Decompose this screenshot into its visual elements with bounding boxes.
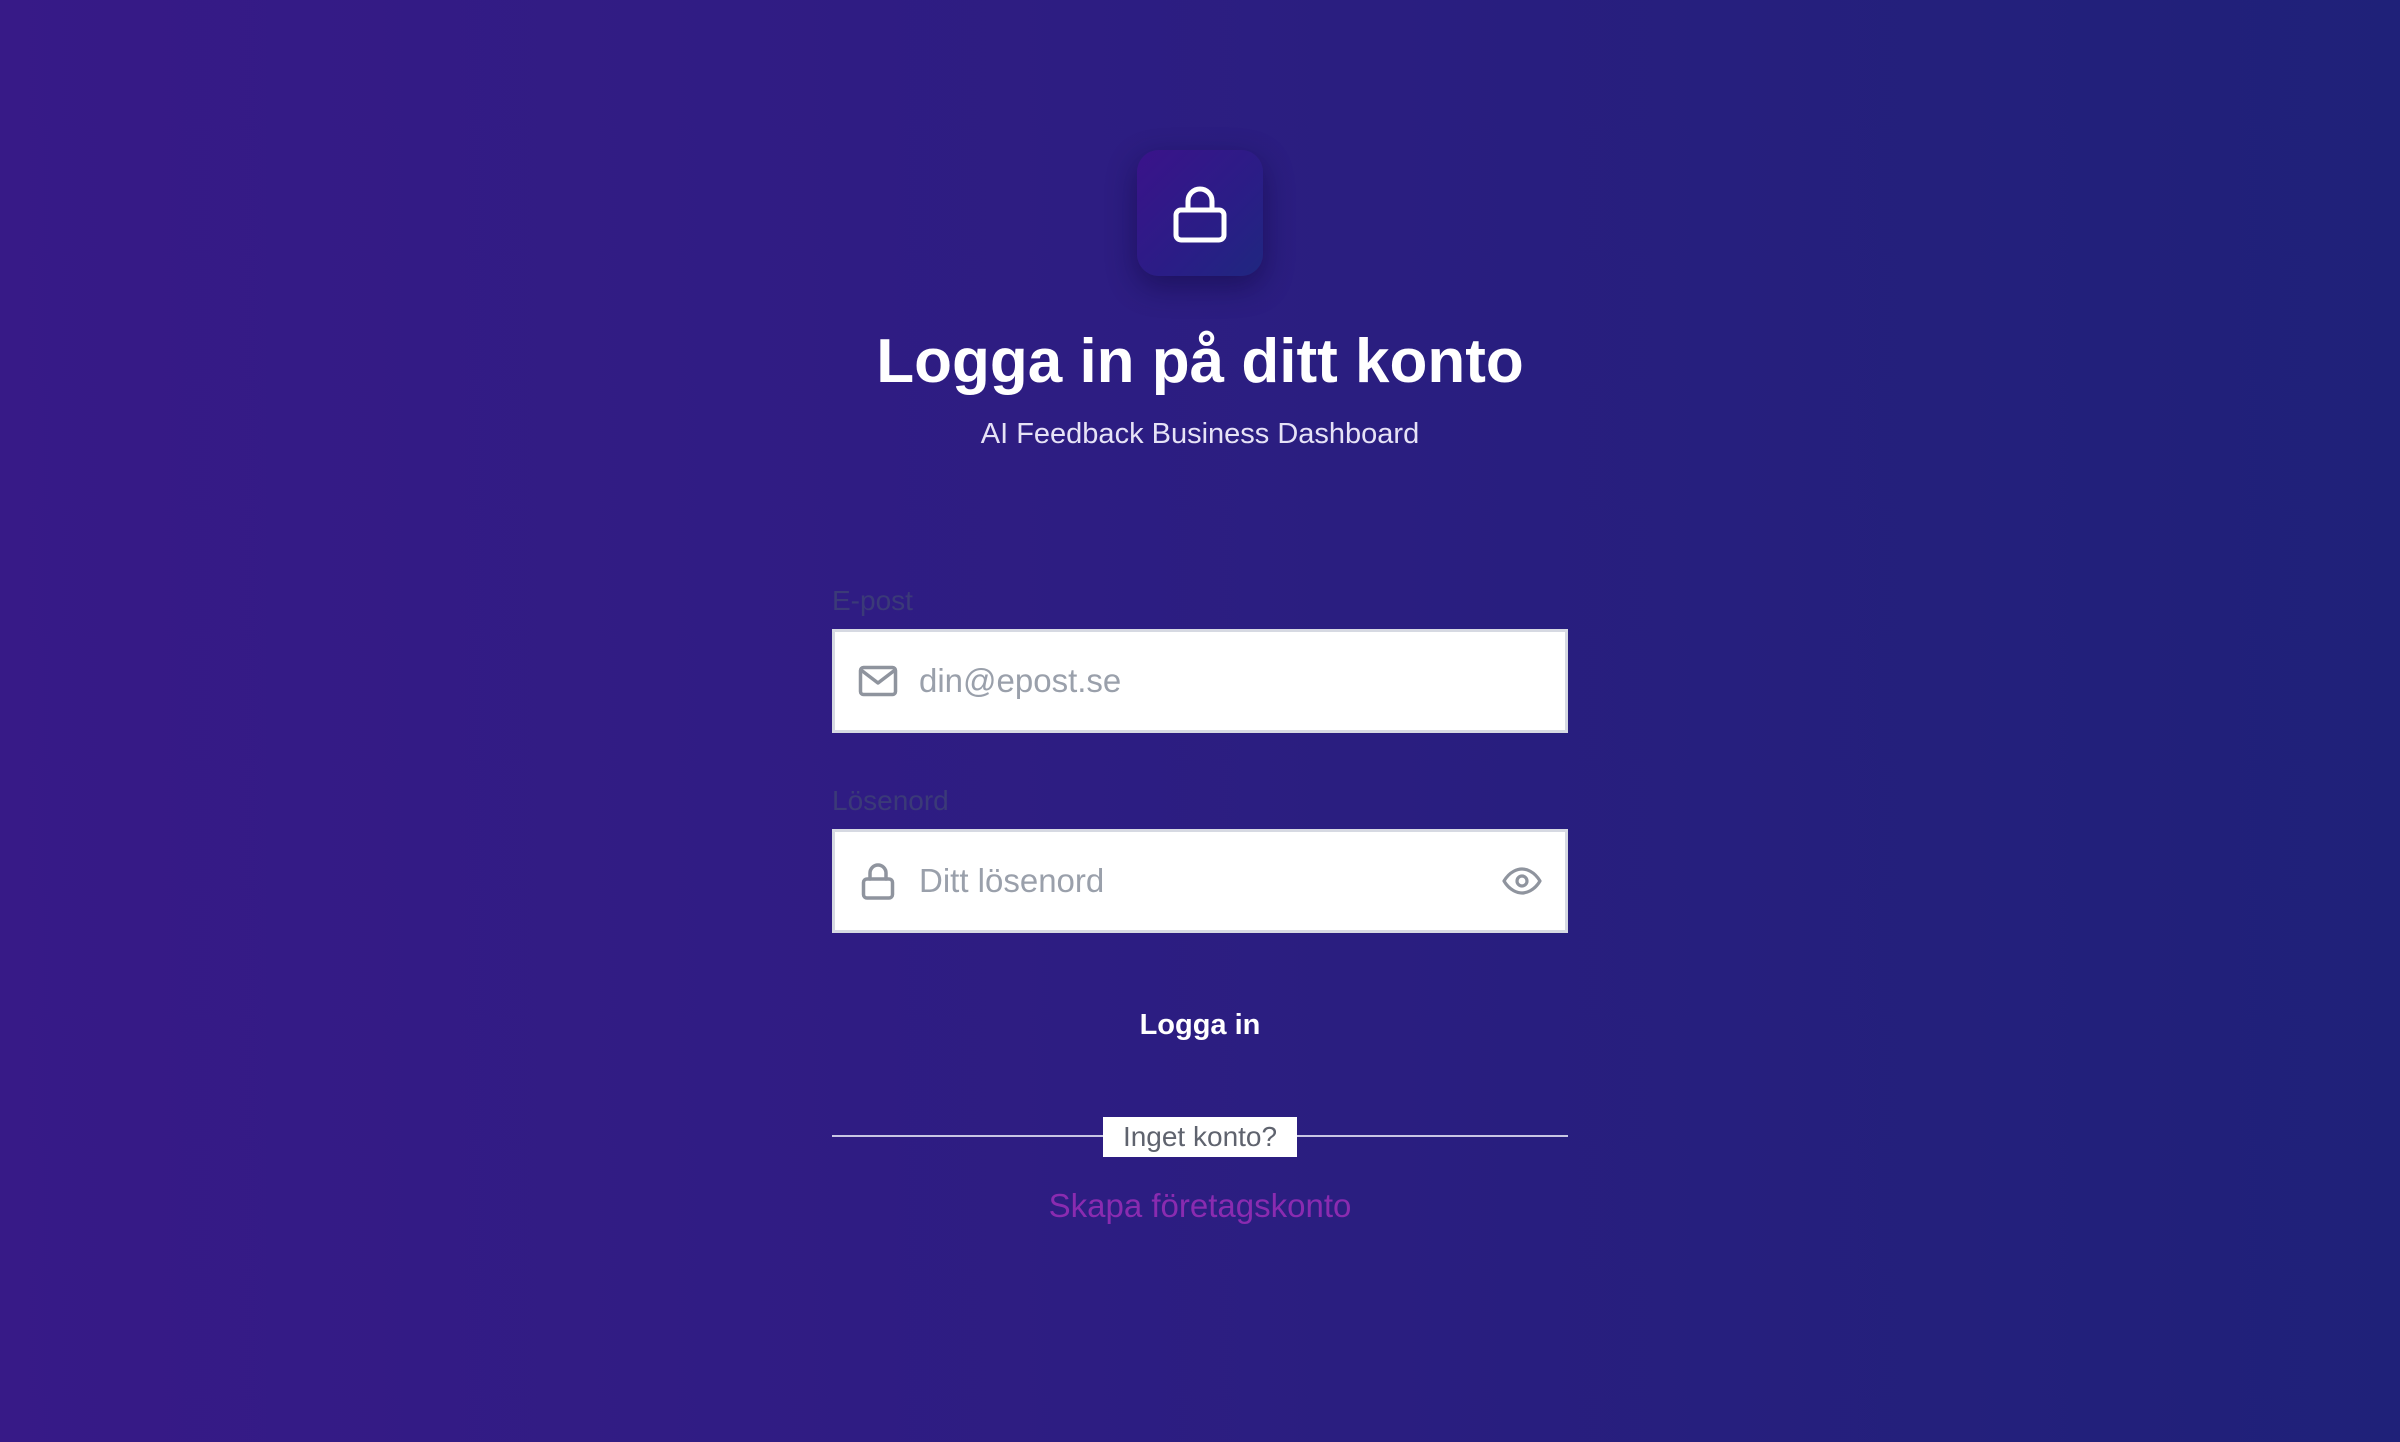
lock-icon: [1173, 186, 1227, 243]
lock-icon: [857, 860, 899, 902]
page-subtitle: AI Feedback Business Dashboard: [980, 418, 1420, 450]
page-title: Logga in på ditt konto: [876, 327, 1524, 396]
email-label: E-post: [832, 585, 913, 616]
create-business-account-link[interactable]: Skapa företagskonto: [0, 1184, 2400, 1228]
logo-badge: [1137, 150, 1263, 276]
password-label: Lösenord: [832, 785, 949, 816]
email-field-container: [832, 629, 1568, 733]
login-button[interactable]: Logga in: [832, 990, 1568, 1060]
password-input[interactable]: [899, 832, 1501, 930]
email-input[interactable]: [899, 632, 1565, 730]
password-field-container: [832, 829, 1568, 933]
eye-icon[interactable]: [1501, 860, 1543, 902]
mail-icon: [857, 660, 899, 702]
no-account-text: Inget konto?: [1103, 1117, 1297, 1157]
